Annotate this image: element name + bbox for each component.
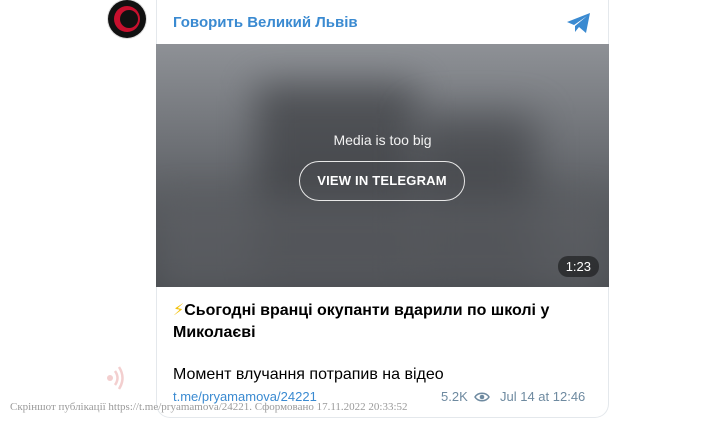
eye-icon bbox=[474, 392, 490, 402]
channel-avatar[interactable] bbox=[108, 0, 146, 38]
telegram-icon[interactable] bbox=[566, 12, 592, 34]
post-date[interactable]: Jul 14 at 12:46 bbox=[500, 389, 585, 404]
logo-hole bbox=[120, 10, 138, 28]
post-headline-text: Сьогодні вранці окупанти вдарили по школ… bbox=[173, 302, 550, 341]
post-headline: ⚡Сьогодні вранці окупанти вдарили по шко… bbox=[173, 300, 593, 344]
media-preview[interactable]: Media is too big VIEW IN TELEGRAM 1:23 bbox=[156, 44, 609, 287]
screenshot-watermark: Скріншот публікації https://t.me/pryamam… bbox=[10, 401, 408, 413]
post-text: ⚡Сьогодні вранці окупанти вдарили по шко… bbox=[173, 300, 593, 386]
video-duration: 1:23 bbox=[557, 256, 599, 277]
sound-icon bbox=[107, 366, 124, 390]
view-count: 5.2K bbox=[441, 389, 468, 404]
media-blur-shape bbox=[156, 194, 609, 287]
post-body: Момент влучання потрапив на відео bbox=[173, 366, 444, 383]
view-in-telegram-button[interactable]: VIEW IN TELEGRAM bbox=[299, 161, 465, 201]
lightning-icon: ⚡ bbox=[173, 302, 185, 319]
channel-name[interactable]: Говорить Великий Львів bbox=[173, 14, 358, 31]
media-too-big-message: Media is too big bbox=[333, 132, 432, 148]
